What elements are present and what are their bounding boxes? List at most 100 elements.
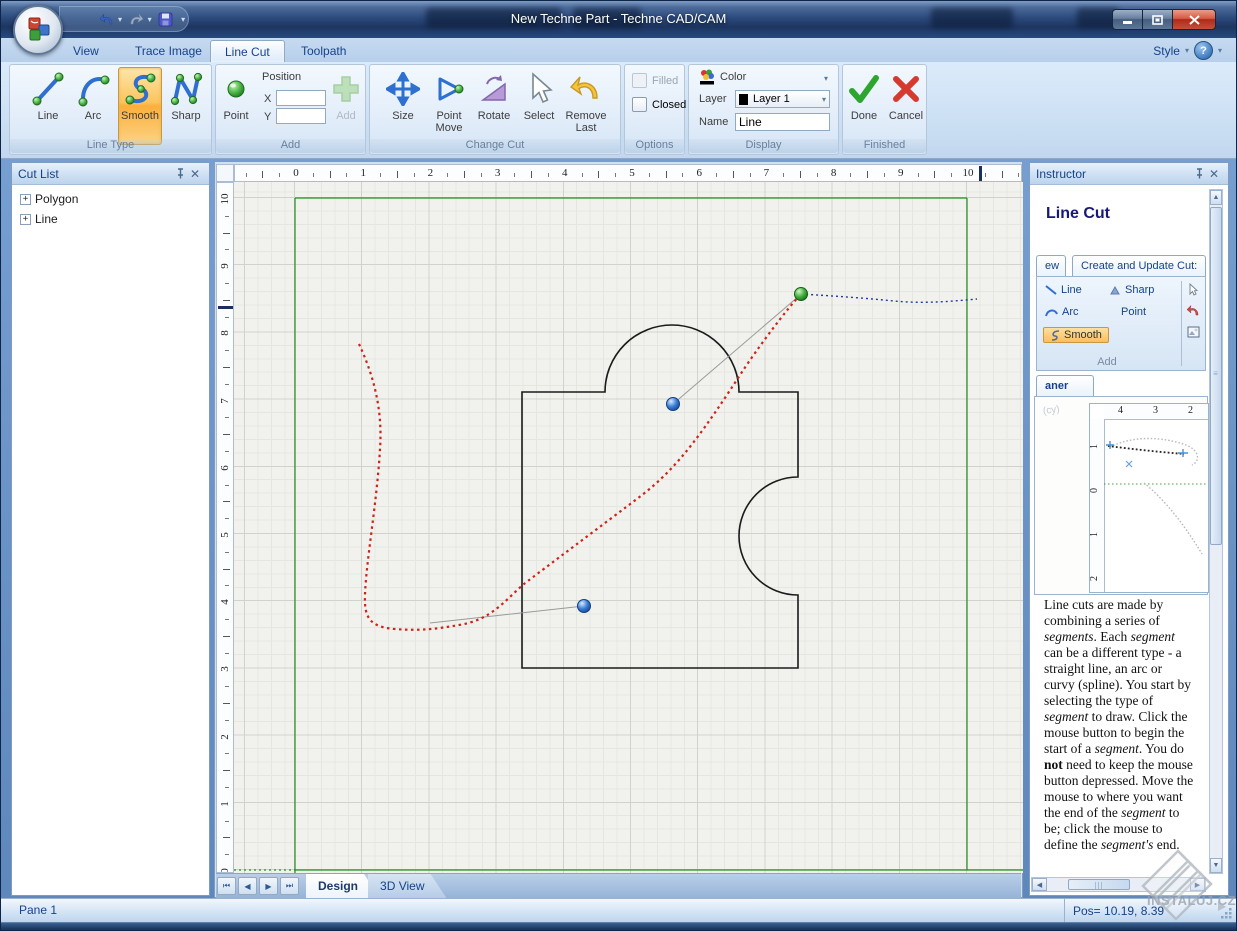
mini-undo-icon [1186, 303, 1200, 321]
help-button[interactable]: ? [1194, 41, 1213, 60]
resize-grip[interactable] [1220, 907, 1233, 920]
line-button[interactable]: Line [27, 68, 69, 140]
pin-icon[interactable] [171, 166, 187, 181]
drawing-canvas[interactable] [234, 182, 1023, 873]
vruler-mark [225, 283, 229, 284]
done-check-icon [846, 70, 882, 108]
smooth-spline-cut[interactable] [359, 294, 801, 630]
window-title: New Techne Part - Techne CAD/CAM [1, 11, 1236, 26]
hruler-mark: 9 [898, 167, 904, 179]
vruler-mark [225, 653, 229, 654]
hruler-mark [750, 173, 751, 177]
tab-toolpath[interactable]: Toolpath [287, 40, 360, 62]
scroll-down-icon[interactable]: ▼ [1210, 858, 1222, 873]
tree-item-line[interactable]: +Line [12, 209, 209, 229]
hruler-mark: 6 [696, 167, 702, 179]
control-point-blue[interactable] [667, 398, 680, 411]
vruler-mark: 6 [219, 465, 231, 471]
style-menu[interactable]: Style [1153, 44, 1180, 58]
group-add: Point Position X Y Add Add [215, 64, 366, 155]
hruler-mark: 5 [629, 167, 635, 179]
point-label: Point [223, 110, 248, 122]
cancel-x-icon [889, 70, 923, 108]
hruler-mark [934, 171, 935, 178]
add-button[interactable]: Add [328, 68, 364, 140]
polygon-cut-shape[interactable] [522, 325, 798, 668]
hruler-mark: 10 [963, 167, 974, 179]
tab-line-cut[interactable]: Line Cut [210, 40, 285, 63]
mini-ruler-number: 4 [1118, 405, 1123, 416]
point-move-button[interactable]: Point Move [428, 68, 470, 140]
last-tab-nav-button[interactable]: ⏭ [280, 877, 299, 895]
hscroll-thumb[interactable]: ||| [1068, 879, 1130, 890]
close-panel-icon[interactable]: ✕ [1206, 166, 1222, 181]
close-button[interactable] [1172, 9, 1216, 30]
application-button[interactable] [13, 5, 63, 55]
hruler-mark [800, 171, 801, 178]
x-input[interactable] [276, 90, 326, 106]
tree-item-polygon[interactable]: +Polygon [12, 189, 209, 209]
arc-button[interactable]: Arc [72, 68, 114, 140]
layer-dropdown[interactable]: Layer 1 ▾ [735, 90, 830, 108]
maximize-button[interactable] [1142, 9, 1172, 30]
vruler-mark [225, 821, 229, 822]
expand-icon[interactable]: + [20, 194, 31, 205]
next-tab-nav-button[interactable]: ▶ [259, 877, 278, 895]
control-point-blue[interactable] [578, 600, 591, 613]
vscroll-thumb[interactable]: ≡ [1210, 207, 1222, 545]
group-line-type: Line Arc Smooth Sharp Line Type [9, 64, 212, 155]
minimize-button[interactable] [1112, 9, 1142, 30]
end-point-green[interactable] [795, 288, 808, 301]
done-button[interactable]: Done [844, 68, 884, 140]
sharp-button[interactable]: Sharp [165, 68, 207, 140]
hruler-mark [783, 173, 784, 177]
closed-checkbox[interactable]: Closed [632, 97, 686, 112]
scroll-right-icon[interactable]: ▶ [1190, 878, 1205, 891]
first-tab-nav-button[interactable]: ⏮ [217, 877, 236, 895]
point-button[interactable]: Point [218, 68, 254, 140]
color-button[interactable]: Color [699, 69, 746, 85]
group-display: Color ▾ Layer Layer 1 ▾ Name Display [688, 64, 839, 155]
help-dropdown-icon[interactable]: ▾ [1218, 46, 1222, 55]
vruler-mark [223, 233, 230, 234]
smooth-button[interactable]: Smooth [118, 67, 162, 145]
mini-ruler-number: 1 [1089, 444, 1100, 449]
color-dropdown-icon[interactable]: ▾ [824, 74, 828, 83]
style-dropdown-icon[interactable]: ▾ [1185, 46, 1189, 55]
tab-design-label: Design [318, 879, 358, 893]
rotate-button[interactable]: Rotate [473, 68, 515, 140]
tab-view[interactable]: View [59, 40, 113, 62]
group-display-label: Display [689, 139, 838, 153]
cursor-x-marker [979, 166, 982, 181]
instructor-vscrollbar[interactable]: ▲ ≡ ▼ [1209, 189, 1223, 874]
vruler-mark: 9 [219, 263, 231, 269]
instructor-hscrollbar[interactable]: ◀ ||| ▶ [1031, 877, 1206, 892]
vruler-mark [223, 636, 230, 637]
expand-icon[interactable]: + [20, 214, 31, 225]
scroll-up-icon[interactable]: ▲ [1210, 190, 1222, 205]
select-button[interactable]: Select [518, 68, 560, 140]
remove-last-button[interactable]: Remove Last [562, 68, 610, 140]
control-connector-lines [430, 296, 799, 623]
scroll-left-icon[interactable]: ◀ [1032, 878, 1047, 891]
vruler-mark [225, 686, 229, 687]
size-button[interactable]: Size [382, 68, 424, 140]
tab-3d-view[interactable]: 3D View [368, 874, 446, 898]
name-input[interactable] [735, 113, 830, 131]
cancel-button[interactable]: Cancel [886, 68, 926, 140]
prev-tab-nav-button[interactable]: ◀ [238, 877, 257, 895]
app-window: ▾ ▾ ▾ New Techne Part - Techne CAD/CAM V… [0, 0, 1237, 931]
tab-trace-image[interactable]: Trace Image [121, 40, 216, 62]
filled-checkbox[interactable]: Filled [632, 73, 678, 88]
close-panel-icon[interactable]: ✕ [187, 166, 203, 181]
pin-icon[interactable] [1190, 166, 1206, 181]
rotate-label: Rotate [478, 110, 510, 122]
y-input[interactable] [276, 108, 326, 124]
point-move-icon [432, 70, 466, 108]
layer-label: Layer [699, 93, 727, 105]
vruler-mark [225, 249, 229, 250]
vruler-mark [225, 384, 229, 385]
add-plus-icon [332, 70, 360, 108]
hruler-mark [279, 173, 280, 177]
tab-trace-image-label: Trace Image [135, 44, 202, 58]
